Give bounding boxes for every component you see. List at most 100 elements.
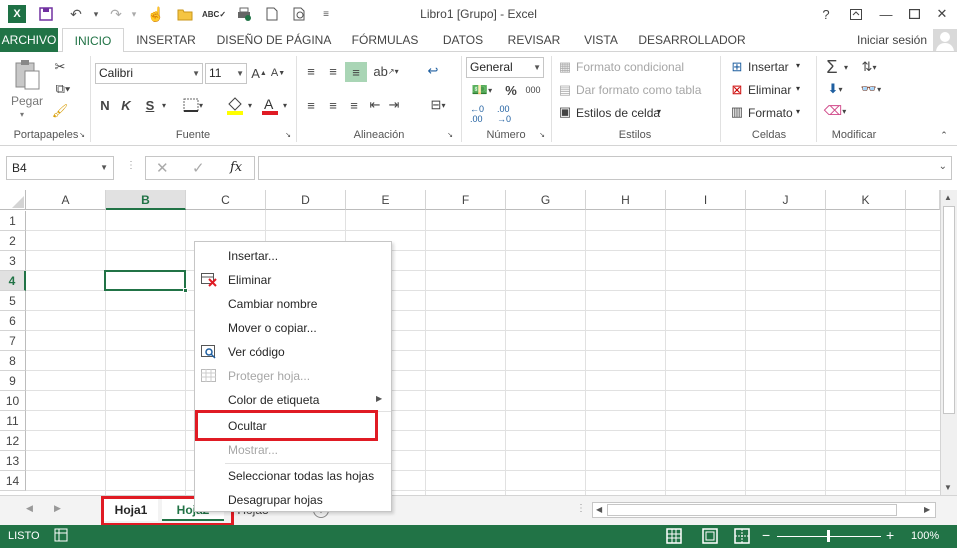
macro-record-icon[interactable] bbox=[54, 528, 68, 545]
row-header[interactable]: 6 bbox=[0, 311, 26, 331]
tab-diseno-pagina[interactable]: DISEÑO DE PÁGINA bbox=[212, 28, 336, 52]
increase-indent-icon[interactable]: ⇥ bbox=[385, 96, 403, 114]
user-avatar[interactable] bbox=[933, 29, 957, 51]
name-box[interactable]: B4 ▼ bbox=[6, 156, 114, 180]
increase-decimal-icon[interactable]: ←0.00 bbox=[466, 104, 488, 124]
cut-icon[interactable]: ✂ bbox=[50, 58, 70, 76]
zoom-level[interactable]: 100% bbox=[911, 530, 939, 542]
format-dropdown-icon[interactable]: ▾ bbox=[796, 107, 800, 116]
cell-grid[interactable] bbox=[26, 210, 940, 495]
column-header[interactable]: C bbox=[186, 190, 266, 210]
select-all-button[interactable] bbox=[0, 190, 26, 210]
orientation-icon[interactable]: ab ↗▾ bbox=[372, 62, 400, 80]
column-header[interactable]: J bbox=[746, 190, 826, 210]
underline-dropdown-icon[interactable]: ▾ bbox=[160, 98, 168, 112]
row-header[interactable]: 1 bbox=[0, 211, 26, 231]
menu-item-ver-codigo[interactable]: Ver código bbox=[228, 345, 285, 359]
column-header[interactable]: K bbox=[826, 190, 906, 210]
row-header[interactable]: 2 bbox=[0, 231, 26, 251]
fill-handle[interactable] bbox=[183, 288, 188, 293]
selected-cell-b4[interactable] bbox=[104, 270, 186, 291]
tab-inicio[interactable]: INICIO bbox=[62, 28, 124, 53]
column-header[interactable]: F bbox=[426, 190, 506, 210]
row-header[interactable]: 9 bbox=[0, 371, 26, 391]
zoom-in-button[interactable]: + bbox=[886, 527, 894, 543]
normal-view-icon[interactable] bbox=[666, 528, 682, 547]
decrease-decimal-icon[interactable]: .00 →0 bbox=[493, 104, 515, 124]
menu-item-proteger-hoja[interactable]: Proteger hoja... bbox=[228, 369, 310, 383]
format-as-table-button[interactable]: Dar formato como tabla bbox=[576, 83, 701, 97]
menu-item-mover-copiar[interactable]: Mover o copiar... bbox=[228, 321, 317, 335]
row-header[interactable]: 3 bbox=[0, 251, 26, 271]
find-select-icon[interactable]: 👓 ▾ bbox=[856, 80, 886, 98]
scroll-down-icon[interactable]: ▼ bbox=[944, 483, 952, 492]
font-launcher-icon[interactable]: ↘ bbox=[284, 131, 292, 139]
vertical-scrollbar[interactable]: ▲ ▼ bbox=[940, 190, 957, 495]
row-header[interactable]: 12 bbox=[0, 431, 26, 451]
align-bottom-icon[interactable]: ≡ bbox=[345, 62, 367, 82]
menu-item-cambiar-nombre[interactable]: Cambiar nombre bbox=[228, 297, 317, 311]
tab-desarrollador[interactable]: DESARROLLADOR bbox=[635, 28, 749, 52]
cancel-formula-icon[interactable]: ✕ bbox=[156, 159, 169, 177]
menu-item-seleccionar-todas[interactable]: Seleccionar todas las hojas bbox=[228, 469, 374, 483]
maximize-button[interactable] bbox=[903, 4, 925, 24]
sign-in-link[interactable]: Iniciar sesión bbox=[850, 28, 934, 52]
zoom-slider-thumb[interactable] bbox=[827, 530, 830, 542]
clipboard-launcher-icon[interactable]: ↘ bbox=[78, 131, 86, 139]
bold-button[interactable]: N bbox=[99, 96, 111, 114]
underline-button[interactable]: S bbox=[144, 96, 156, 114]
insert-cells-button[interactable]: Insertar bbox=[748, 60, 789, 74]
font-name-select[interactable]: Calibri ▼ bbox=[95, 63, 203, 84]
horizontal-scrollbar[interactable]: ◀ ▶ bbox=[592, 502, 936, 518]
tab-formulas[interactable]: FÓRMULAS bbox=[345, 28, 425, 52]
tab-insertar[interactable]: INSERTAR bbox=[130, 28, 202, 52]
hscroll-left-icon[interactable]: ◀ bbox=[596, 505, 602, 514]
delete-cells-button[interactable]: Eliminar bbox=[748, 83, 791, 97]
column-header[interactable] bbox=[906, 190, 940, 210]
scroll-up-icon[interactable]: ▲ bbox=[944, 193, 952, 202]
autosum-icon[interactable]: Σ bbox=[822, 56, 842, 78]
number-format-select[interactable]: General ▼ bbox=[466, 57, 544, 78]
tab-datos[interactable]: DATOS bbox=[433, 28, 493, 52]
row-header-selected[interactable]: 4 bbox=[0, 271, 26, 291]
menu-item-mostrar[interactable]: Mostrar... bbox=[228, 443, 278, 457]
menu-item-desagrupar[interactable]: Desagrupar hojas bbox=[228, 493, 323, 507]
row-header[interactable]: 11 bbox=[0, 411, 26, 431]
sort-filter-icon[interactable]: ⇅ ▾ bbox=[856, 58, 882, 76]
cell-styles-icon[interactable]: ▣ bbox=[557, 104, 573, 120]
insert-cells-icon[interactable]: ⊞ bbox=[729, 59, 745, 75]
column-header[interactable]: I bbox=[666, 190, 746, 210]
format-as-table-icon[interactable]: ▤ bbox=[557, 82, 573, 98]
cell-styles-dropdown-icon[interactable]: ▾ bbox=[657, 107, 661, 116]
alignment-launcher-icon[interactable]: ↘ bbox=[446, 131, 454, 139]
insert-dropdown-icon[interactable]: ▾ bbox=[796, 61, 800, 70]
align-left-icon[interactable]: ≡ bbox=[302, 96, 320, 114]
tab-archivo[interactable]: ARCHIVO bbox=[0, 28, 58, 52]
row-header[interactable]: 7 bbox=[0, 331, 26, 351]
tab-revisar[interactable]: REVISAR bbox=[500, 28, 568, 52]
column-header[interactable]: E bbox=[346, 190, 426, 210]
shrink-font-icon[interactable]: A ▼ bbox=[271, 64, 285, 82]
column-header[interactable]: A bbox=[26, 190, 106, 210]
hscroll-right-icon[interactable]: ▶ bbox=[924, 505, 930, 514]
conditional-format-icon[interactable]: ▦ bbox=[557, 59, 573, 75]
merge-center-icon[interactable]: ⊟ ▾ bbox=[424, 96, 452, 114]
cell-styles-button[interactable]: Estilos de celda bbox=[576, 106, 660, 120]
enter-formula-icon[interactable]: ✓ bbox=[192, 159, 205, 177]
align-center-icon[interactable]: ≡ bbox=[324, 96, 342, 114]
row-header[interactable]: 8 bbox=[0, 351, 26, 371]
fill-color-dropdown-icon[interactable]: ▾ bbox=[246, 98, 254, 112]
format-cells-icon[interactable]: ▥ bbox=[729, 104, 745, 120]
horizontal-scroll-thumb[interactable] bbox=[607, 504, 897, 516]
font-size-select[interactable]: 11 ▼ bbox=[205, 63, 247, 84]
italic-button[interactable]: K bbox=[120, 96, 132, 114]
menu-item-color-etiqueta[interactable]: Color de etiqueta bbox=[228, 393, 319, 407]
row-header[interactable]: 14 bbox=[0, 471, 26, 491]
sheet-scroll-right-icon[interactable]: ▶ bbox=[54, 503, 61, 514]
align-right-icon[interactable]: ≡ bbox=[345, 96, 363, 114]
clear-icon[interactable]: ⌫ ▾ bbox=[822, 102, 848, 120]
row-header[interactable]: 5 bbox=[0, 291, 26, 311]
font-color-dropdown-icon[interactable]: ▾ bbox=[281, 98, 289, 112]
paste-dropdown-icon[interactable]: ▾ bbox=[20, 110, 24, 119]
copy-icon[interactable]: ⧉▾ bbox=[50, 80, 76, 98]
